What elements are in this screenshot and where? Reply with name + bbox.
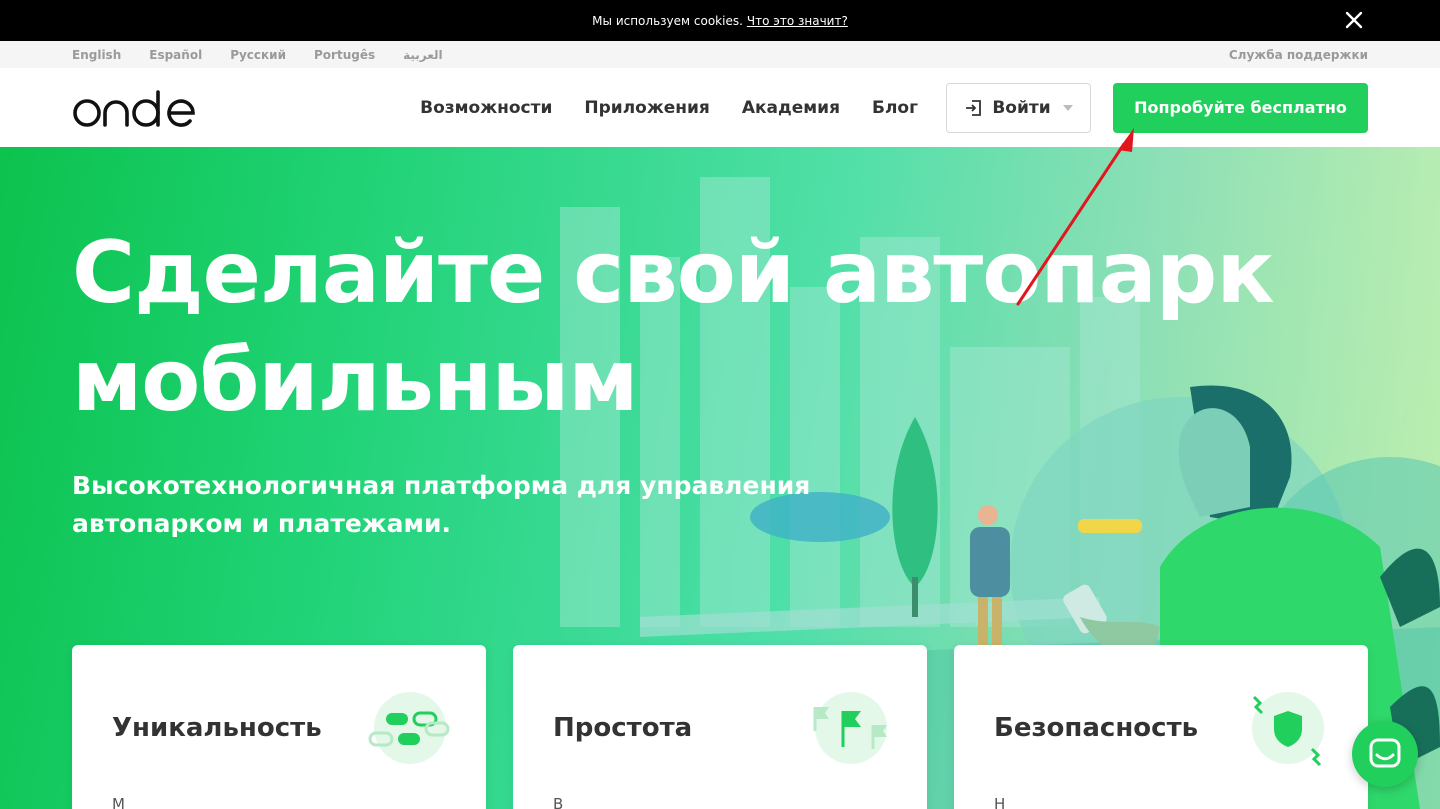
cookie-text: Мы используем cookies. bbox=[592, 13, 743, 28]
language-portuguese[interactable]: Portugês bbox=[314, 48, 375, 62]
onde-logo[interactable] bbox=[72, 88, 208, 128]
login-icon bbox=[964, 98, 984, 118]
hero-section: Сделайте свой автопарк мобильным Высокот… bbox=[0, 147, 1440, 809]
card-text: Н bbox=[994, 795, 1006, 809]
main-nav: Возможности Приложения Академия Блог bbox=[388, 98, 918, 118]
login-label: Войти bbox=[992, 97, 1051, 118]
cookie-bar: Мы используем cookies. Что это значит? bbox=[0, 0, 1440, 41]
hero-title-line-2: мобильным bbox=[72, 331, 639, 431]
logo-graphic bbox=[73, 89, 195, 127]
card-text: В bbox=[553, 795, 564, 809]
nav-academy[interactable]: Академия bbox=[742, 98, 840, 118]
chain-icon bbox=[366, 691, 450, 771]
hero-title: Сделайте свой автопарк мобильным bbox=[72, 219, 1352, 435]
nav-features[interactable]: Возможности bbox=[420, 98, 552, 118]
card-title: Уникальность bbox=[112, 713, 322, 743]
card-text: М bbox=[112, 795, 125, 809]
card-title: Простота bbox=[553, 713, 693, 743]
language-list: English Español Русский Portugês العربية bbox=[72, 48, 471, 62]
language-russian[interactable]: Русский bbox=[230, 48, 286, 62]
close-icon[interactable] bbox=[1340, 6, 1368, 34]
shield-icon bbox=[1248, 691, 1328, 771]
hero-subtitle-line-2: автопарком и платежами. bbox=[72, 509, 451, 538]
try-free-button[interactable]: Попробуйте бесплатно bbox=[1113, 82, 1368, 133]
language-arabic[interactable]: العربية bbox=[403, 48, 443, 62]
site-header: Возможности Приложения Академия Блог Вой… bbox=[0, 68, 1440, 147]
hero-title-line-1: Сделайте свой автопарк bbox=[72, 223, 1275, 323]
nav-apps[interactable]: Приложения bbox=[584, 98, 709, 118]
language-english[interactable]: English bbox=[72, 48, 121, 62]
cookie-info-link[interactable]: Что это значит? bbox=[747, 14, 848, 28]
language-bar: English Español Русский Portugês العربية… bbox=[0, 41, 1440, 68]
hero-subtitle: Высокотехнологичная платформа для управл… bbox=[72, 467, 832, 543]
feature-card-uniqueness[interactable]: Уникальность М bbox=[72, 645, 486, 809]
flags-icon bbox=[807, 691, 887, 771]
feature-card-security[interactable]: Безопасность Н bbox=[954, 645, 1368, 809]
chat-icon[interactable] bbox=[1352, 721, 1418, 787]
chevron-down-icon bbox=[1062, 104, 1073, 111]
login-button[interactable]: Войти bbox=[946, 82, 1091, 133]
language-spanish[interactable]: Español bbox=[149, 48, 202, 62]
support-link[interactable]: Служба поддержки bbox=[1229, 48, 1368, 62]
feature-card-simplicity[interactable]: Простота В bbox=[513, 645, 927, 809]
nav-blog[interactable]: Блог bbox=[872, 98, 918, 118]
card-title: Безопасность bbox=[994, 713, 1199, 743]
hero-subtitle-line-1: Высокотехнологичная платформа для управл… bbox=[72, 471, 811, 500]
